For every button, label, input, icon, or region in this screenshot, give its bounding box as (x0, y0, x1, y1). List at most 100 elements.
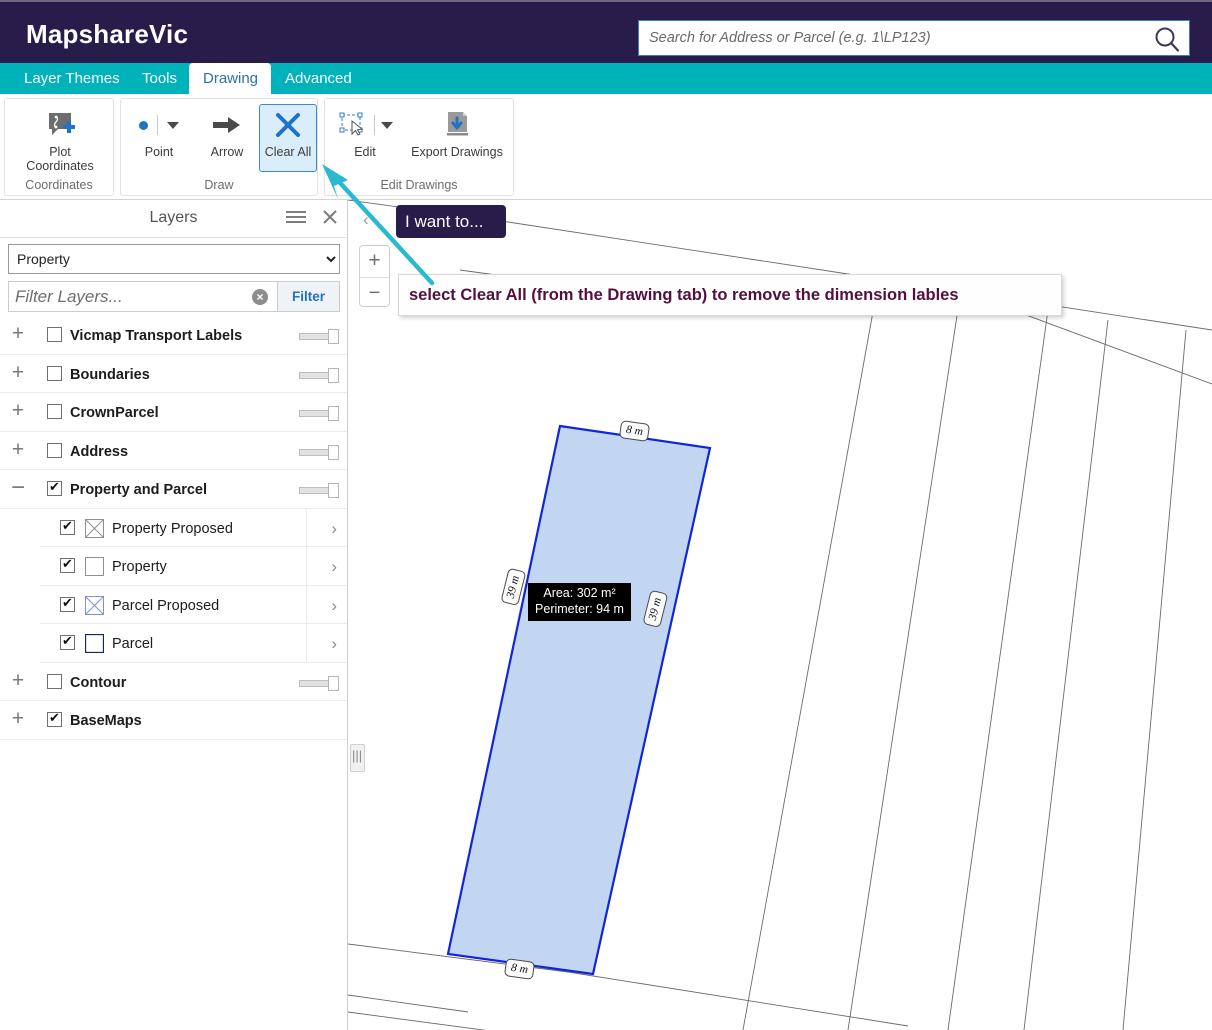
layer-row-boundaries[interactable]: + Boundaries (0, 355, 347, 393)
layer-checkbox[interactable] (47, 404, 62, 419)
layer-label: Boundaries (70, 366, 150, 383)
layer-checkbox[interactable] (47, 478, 62, 496)
plot-coordinates-icon (24, 105, 96, 145)
chevron-down-icon[interactable] (167, 121, 179, 129)
layer-row-parcel[interactable]: Parcel › (40, 624, 347, 663)
layer-checkbox[interactable] (47, 327, 62, 342)
layer-filter-row: × Filter (0, 278, 347, 316)
point-icon (139, 120, 148, 130)
layer-label: Property Proposed (112, 520, 233, 537)
opacity-slider[interactable] (299, 675, 339, 691)
arrow-button[interactable]: Arrow (197, 105, 257, 171)
app-brand-title: MapshareVic (26, 19, 189, 49)
layer-row-vicmap-transport-labels[interactable]: + Vicmap Transport Labels (0, 316, 347, 355)
layer-row-address[interactable]: + Address (0, 432, 347, 470)
layer-label: Contour (70, 674, 127, 691)
layer-theme-select[interactable]: Property (8, 244, 340, 274)
expand-icon[interactable]: + (10, 439, 26, 460)
layer-list: + Vicmap Transport Labels + Boundaries +… (0, 316, 347, 740)
search-bar[interactable] (638, 20, 1190, 56)
ribbon-group-coordinates-label: Coordinates (25, 178, 93, 192)
layer-checkbox[interactable] (47, 365, 62, 381)
export-drawings-label: Export Drawings (411, 145, 503, 159)
filter-button[interactable]: Filter (278, 281, 340, 312)
tab-layer-themes[interactable]: Layer Themes (10, 63, 134, 94)
layer-row-parcel-proposed[interactable]: Parcel Proposed › (40, 585, 347, 624)
chevron-right-icon[interactable]: › (331, 634, 337, 654)
expand-icon[interactable]: + (10, 362, 26, 383)
edit-label: Edit (354, 145, 376, 159)
chevron-right-icon[interactable]: › (331, 596, 337, 616)
opacity-slider[interactable] (299, 483, 339, 498)
layer-label: BaseMaps (70, 713, 142, 729)
ribbon-group-edit-drawings: Edit Export Drawings Edit Drawings (324, 98, 514, 196)
export-drawings-icon (407, 105, 507, 145)
app-header: MapshareVic (0, 0, 1212, 63)
chevron-right-icon[interactable]: › (331, 519, 337, 539)
layer-theme-selector-row: Property (0, 238, 347, 278)
toolbar-divider (373, 115, 375, 135)
ribbon-group-coordinates: Plot Coordinates Coordinates (4, 98, 114, 196)
zoom-in-button[interactable]: + (360, 246, 389, 276)
collapse-icon[interactable]: − (10, 476, 26, 500)
layer-checkbox[interactable] (47, 442, 62, 458)
layer-checkbox[interactable] (47, 709, 62, 727)
tab-advanced[interactable]: Advanced (271, 63, 366, 94)
plot-coordinates-label: Plot Coordinates (26, 145, 94, 173)
close-icon[interactable] (322, 209, 338, 230)
layer-row-crownparcel[interactable]: + CrownParcel (0, 393, 347, 432)
expand-icon[interactable]: + (10, 670, 26, 691)
row-divider (306, 585, 307, 623)
i-want-to-button[interactable]: I want to... (396, 205, 506, 238)
zoom-out-button[interactable]: − (360, 277, 389, 307)
clear-all-button[interactable]: Clear All (259, 104, 317, 172)
layer-label: Parcel Proposed (112, 597, 220, 614)
opacity-slider[interactable] (299, 367, 339, 383)
edit-button[interactable]: Edit (327, 105, 403, 171)
layer-checkbox[interactable] (60, 632, 75, 650)
annotation-note-text: select Clear All (from the Drawing tab) … (409, 286, 959, 304)
expand-icon[interactable]: + (10, 400, 26, 421)
hamburger-icon[interactable] (285, 209, 307, 230)
tab-drawing[interactable]: Drawing (189, 63, 271, 95)
layer-swatch-plain-grey (85, 557, 104, 576)
ribbon-group-draw-label: Draw (204, 178, 234, 192)
annotation-note: select Clear All (from the Drawing tab) … (398, 274, 1062, 316)
layer-swatch-plain-navy (84, 633, 105, 654)
export-drawings-button[interactable]: Export Drawings (407, 105, 507, 171)
opacity-slider[interactable] (299, 329, 339, 344)
layer-row-property-and-parcel[interactable]: − Property and Parcel (0, 470, 347, 509)
opacity-slider[interactable] (299, 406, 339, 421)
search-input[interactable] (639, 21, 1149, 55)
layer-checkbox[interactable] (60, 517, 75, 535)
tab-tools[interactable]: Tools (128, 63, 191, 94)
panel-splitter-handle[interactable] (350, 744, 365, 772)
point-label: Point (144, 145, 174, 159)
chevron-down-icon[interactable] (380, 121, 393, 129)
layer-row-contour[interactable]: + Contour (0, 663, 347, 701)
layer-checkbox[interactable] (47, 673, 62, 689)
point-button[interactable]: Point (123, 105, 195, 171)
chevron-left-icon[interactable]: ‹ (363, 210, 369, 230)
search-icon[interactable] (1153, 25, 1181, 53)
layer-label: CrownParcel (70, 405, 159, 421)
plot-coordinates-button[interactable]: Plot Coordinates (24, 105, 96, 173)
edit-selection-icon (339, 112, 363, 136)
opacity-slider[interactable] (299, 444, 339, 460)
expand-icon[interactable]: + (10, 323, 26, 344)
filter-layers-input[interactable] (8, 281, 278, 312)
layer-row-basemaps[interactable]: + BaseMaps (0, 701, 347, 740)
chevron-right-icon[interactable]: › (331, 557, 337, 577)
row-divider (306, 624, 307, 662)
layer-row-property[interactable]: Property › (40, 547, 347, 586)
layer-row-property-proposed[interactable]: Property Proposed › (40, 508, 347, 547)
arrow-icon (197, 105, 257, 145)
clear-circle-icon[interactable]: × (252, 289, 268, 305)
expand-icon[interactable]: + (10, 708, 26, 729)
mapsharevic-app: MapshareVic Layer Themes Tools Drawing A… (0, 0, 1212, 1030)
layer-checkbox[interactable] (60, 594, 75, 612)
map-canvas[interactable]: ‹ + − 8 m 39 m 39 m 8 m (348, 200, 1212, 1030)
measurement-perimeter: Perimeter: 94 m (535, 602, 624, 616)
measurement-tooltip: Area: 302 m² Perimeter: 94 m (528, 583, 631, 621)
layer-checkbox[interactable] (60, 555, 75, 573)
